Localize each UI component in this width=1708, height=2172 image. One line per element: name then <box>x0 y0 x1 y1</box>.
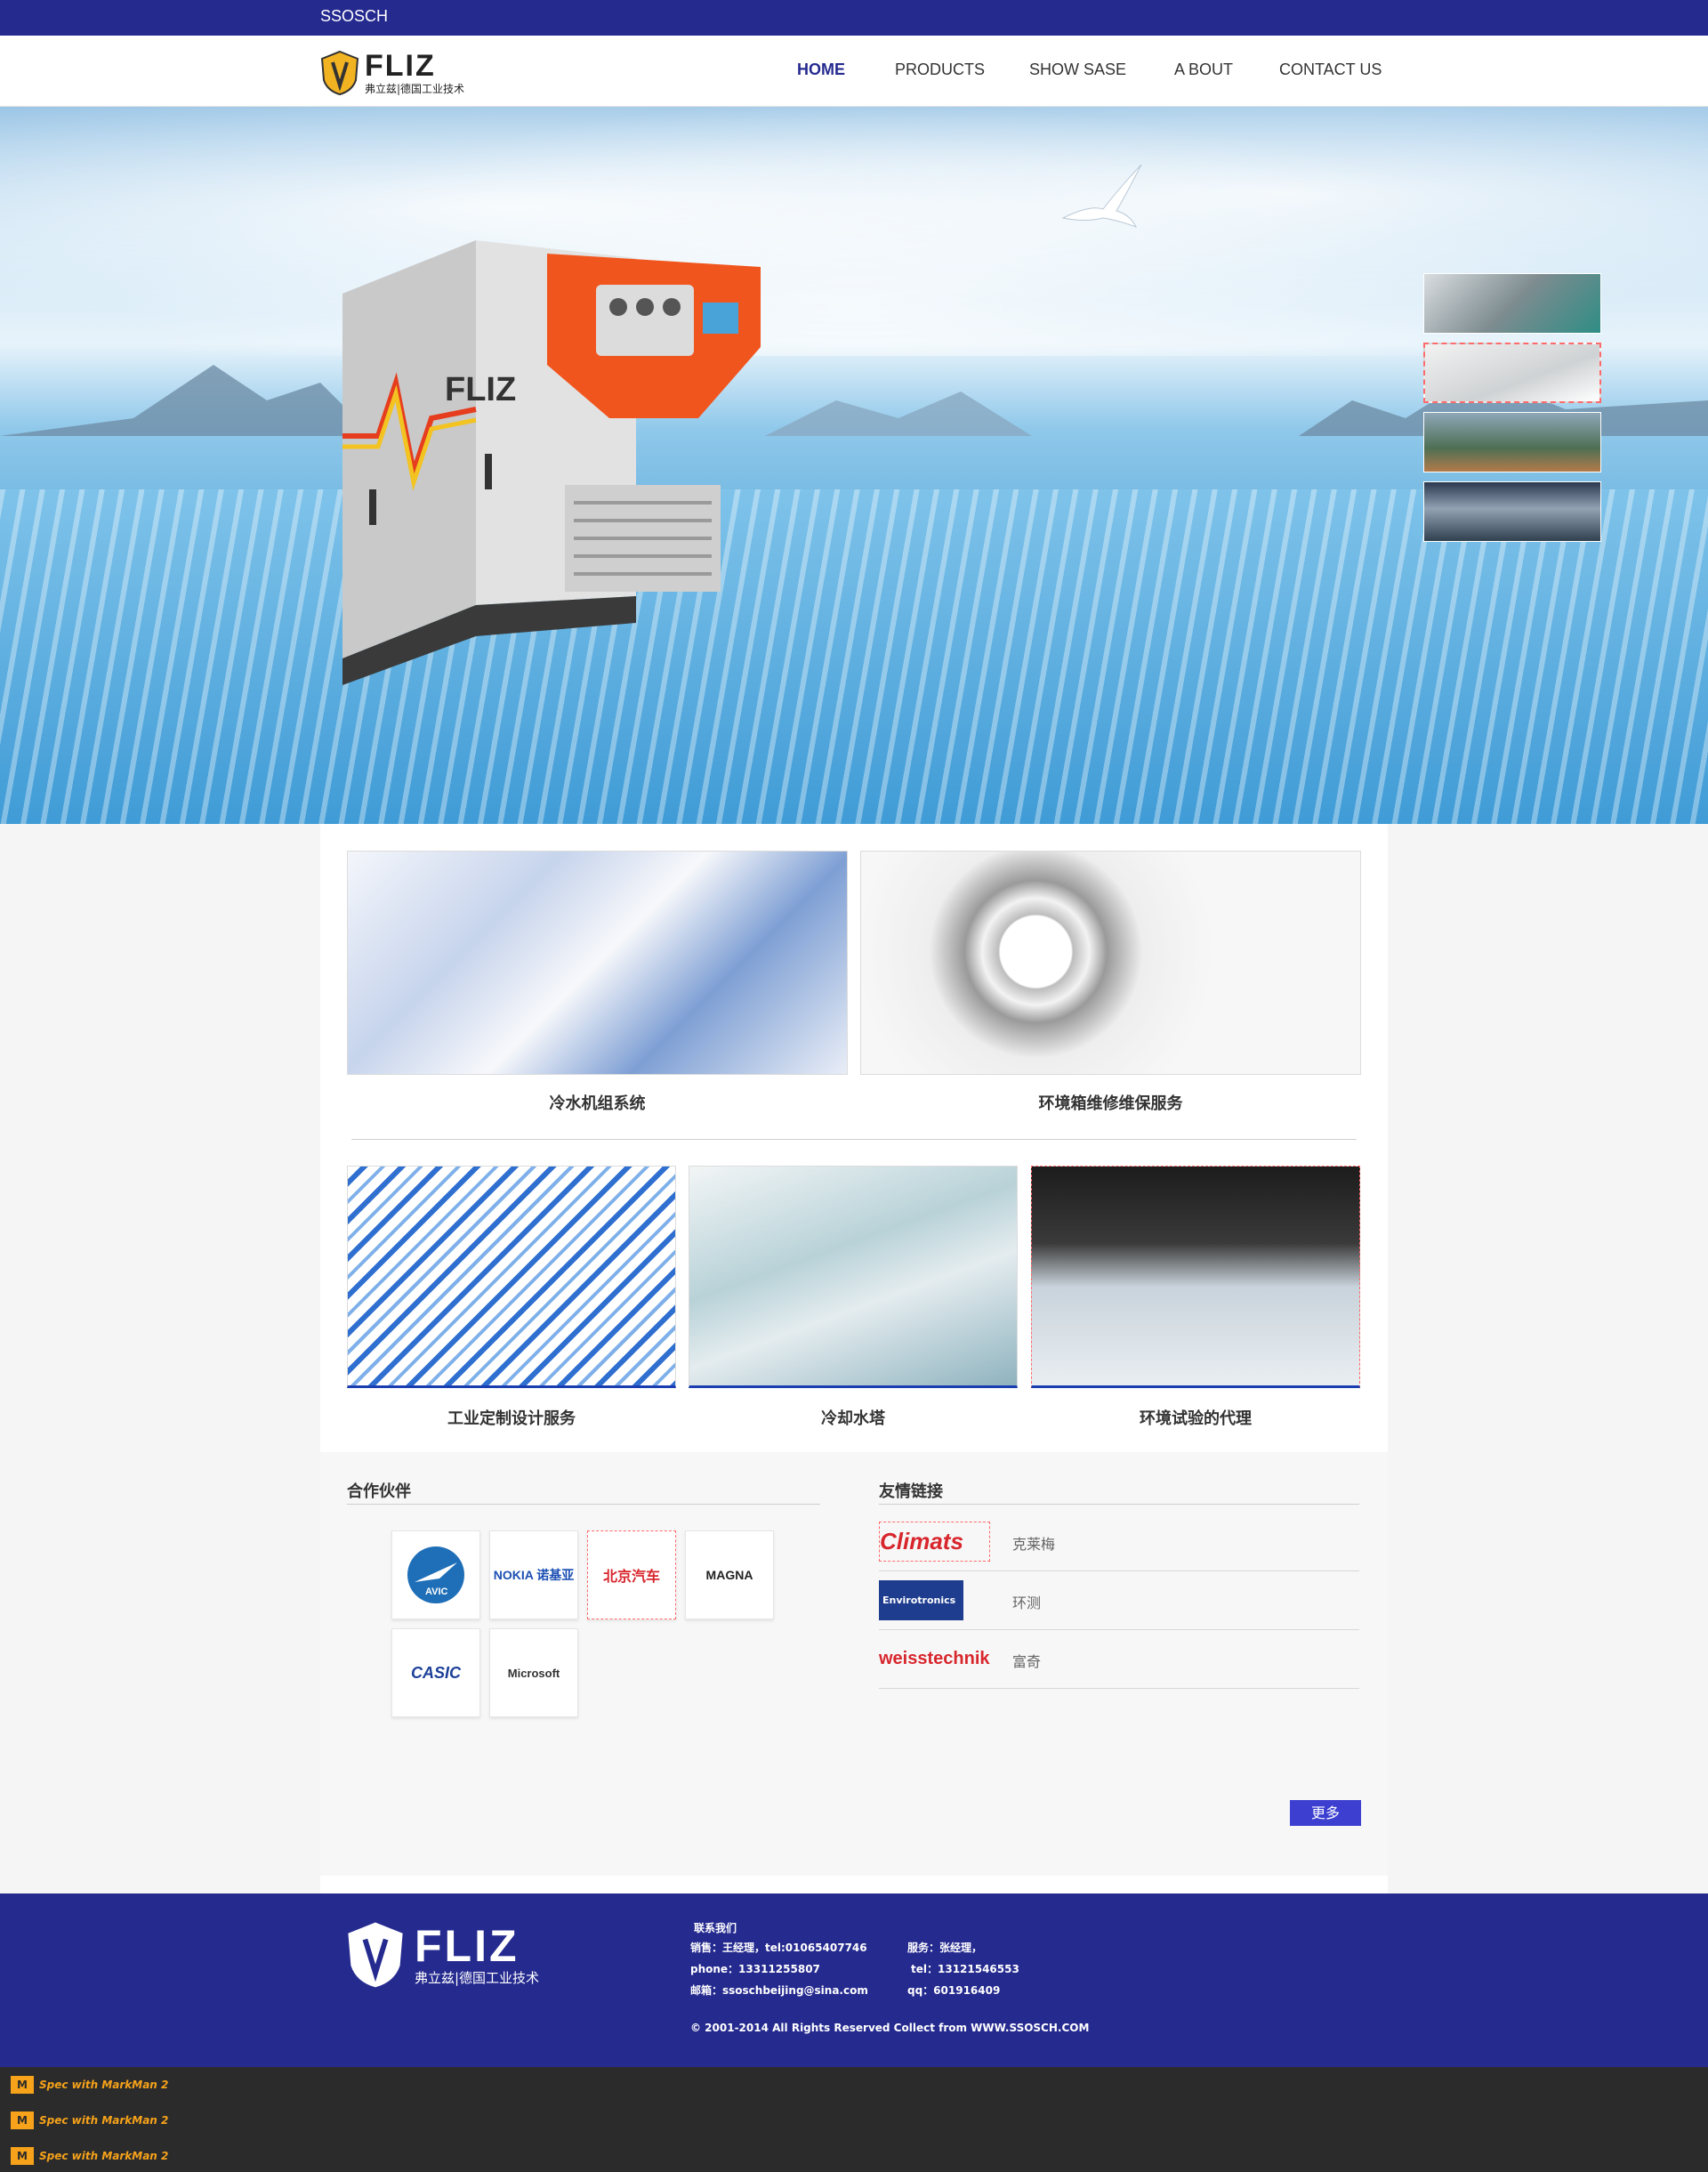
seagull-image <box>1061 164 1142 228</box>
footer-wordmark: FLIZ <box>415 1920 520 1971</box>
partner-name: CASIC <box>410 1663 461 1682</box>
svg-text:AVIC: AVIC <box>425 1587 448 1597</box>
friend-links-title: 友情链接 <box>879 1482 943 1501</box>
markman-icon: M <box>11 2076 34 2094</box>
contact-sales: 销售：王经理，tel:01065407746 <box>690 1942 867 1954</box>
partner-casic[interactable]: CASIC <box>391 1628 480 1717</box>
service-caption: 环境试验的代理 <box>1140 1409 1252 1428</box>
nav-home[interactable]: HOME <box>797 61 845 79</box>
markman-stamp: M Spec with MarkMan 2 <box>11 2147 168 2165</box>
contact-service-tel: tel：13121546553 <box>911 1963 1019 1975</box>
nav-products[interactable]: PRODUCTS <box>895 61 985 79</box>
markman-icon: M <box>11 2147 34 2165</box>
shield-logo-icon <box>320 50 359 96</box>
service-caption: 工业定制设计服务 <box>447 1409 576 1428</box>
nav-contact[interactable]: CONTACT US <box>1279 61 1382 79</box>
service-card-testing-agent[interactable]: 环境试验的代理 <box>1031 1166 1360 1428</box>
logo-subtitle: 弗立兹|德国工业技术 <box>365 82 465 95</box>
service-image <box>689 1166 1018 1388</box>
friend-link-climats[interactable]: Climats 克莱梅 <box>879 1513 1359 1571</box>
friend-link-weisstechnik[interactable]: weisstechnik 富奇 <box>879 1630 1359 1689</box>
header: FLIZ 弗立兹|德国工业技术 HOME PRODUCTS SHOW SASE … <box>0 36 1708 107</box>
hero-banner: FLIZ <box>0 107 1708 824</box>
links-panel: 合作伙伴 AVIC NOKIA 诺基亚 北京汽车 MAGNA CASIC Mic… <box>320 1452 1388 1876</box>
contact-phone: phone：13311255807 <box>690 1963 820 1975</box>
footer-logo[interactable]: FLIZ 弗立兹|德国工业技术 <box>347 1920 602 1990</box>
machine-brand: FLIZ <box>445 371 516 408</box>
markman-bar: M Spec with MarkMan 2 M Spec with MarkMan … <box>0 2067 1708 2172</box>
service-image <box>860 851 1361 1075</box>
hero-thumb-3[interactable] <box>1423 412 1601 472</box>
markman-stamp: M Spec with MarkMan 2 <box>11 2111 168 2129</box>
service-card-cooling-tower[interactable]: 冷却水塔 <box>689 1166 1018 1428</box>
friend-link-envirotronics[interactable]: Envirotronics 环测 <box>879 1571 1359 1630</box>
friend-logo: weisstechnik <box>879 1649 990 1668</box>
service-caption: 冷水机组系统 <box>549 1094 646 1113</box>
friend-links-underline <box>879 1504 1359 1505</box>
more-button[interactable]: 更多 <box>1290 1800 1361 1826</box>
friend-logo: Climats <box>879 1522 990 1562</box>
friend-name: 富奇 <box>1012 1653 1042 1670</box>
hero-thumb-4[interactable] <box>1423 481 1601 542</box>
service-card-chiller[interactable]: 冷水机组系统 <box>347 851 848 1113</box>
hero-thumb-2[interactable] <box>1423 343 1601 403</box>
partner-name: NOKIA 诺基亚 <box>493 1568 575 1582</box>
partner-name: MAGNA <box>705 1568 753 1582</box>
contact-title: 联系我们 <box>694 1922 737 1934</box>
partners-underline <box>347 1504 820 1505</box>
partner-name: 北京汽车 <box>602 1570 660 1585</box>
footer-logo-subtitle: 弗立兹|德国工业技术 <box>415 1969 540 1986</box>
footer: FLIZ 弗立兹|德国工业技术 联系我们 销售：王经理，tel:01065407… <box>0 1893 1708 2067</box>
service-image <box>1031 1166 1360 1388</box>
hero-thumbnails <box>1423 273 1601 551</box>
section-divider <box>351 1139 1357 1140</box>
contact-service: 服务：张经理， <box>907 1942 983 1954</box>
partner-microsoft[interactable]: Microsoft <box>489 1628 578 1717</box>
nav-show-sase[interactable]: SHOW SASE <box>1029 61 1126 79</box>
partners-title: 合作伙伴 <box>347 1482 411 1501</box>
footer-shield-icon <box>348 1922 403 1988</box>
service-caption: 环境箱维修维保服务 <box>1038 1094 1183 1113</box>
markman-stamp: M Spec with MarkMan 2 <box>11 2076 168 2094</box>
hero-thumb-1[interactable] <box>1423 273 1601 334</box>
contact-email[interactable]: 邮箱：ssoschbeijing@sina.com <box>690 1982 868 1998</box>
friend-logo: Envirotronics <box>879 1580 963 1620</box>
copyright: © 2001-2014 All Rights Reserved Collect … <box>690 2022 1090 2034</box>
site-logo[interactable]: FLIZ 弗立兹|德国工业技术 <box>320 48 491 98</box>
friend-name: 克莱梅 <box>1012 1536 1056 1553</box>
avic-logo-icon: AVIC <box>407 1546 464 1603</box>
partner-magna[interactable]: MAGNA <box>685 1530 774 1619</box>
contact-qq: qq：601916409 <box>907 1984 1001 1997</box>
service-image <box>347 1166 676 1388</box>
service-caption: 冷却水塔 <box>821 1409 885 1428</box>
main-content: 冷水机组系统 环境箱维修维保服务 工业定制设计服务 冷却水塔 环境试验的代理 合… <box>320 824 1388 1893</box>
service-card-design[interactable]: 工业定制设计服务 <box>347 1166 676 1428</box>
friend-name: 环测 <box>1012 1595 1042 1611</box>
partner-name: Microsoft <box>507 1666 560 1680</box>
service-image <box>347 851 848 1075</box>
markman-icon: M <box>11 2111 34 2129</box>
product-machine-image: FLIZ <box>342 240 761 685</box>
site-brand: SSOSCH <box>320 7 389 25</box>
partner-avic[interactable]: AVIC <box>391 1530 480 1619</box>
logo-wordmark: FLIZ <box>365 48 436 83</box>
nav-about[interactable]: A BOUT <box>1174 61 1233 79</box>
partner-baic[interactable]: 北京汽车 <box>587 1530 676 1619</box>
partner-nokia[interactable]: NOKIA 诺基亚 <box>489 1530 578 1619</box>
top-bar: SSOSCH <box>0 0 1708 36</box>
service-card-maintenance[interactable]: 环境箱维修维保服务 <box>860 851 1361 1113</box>
